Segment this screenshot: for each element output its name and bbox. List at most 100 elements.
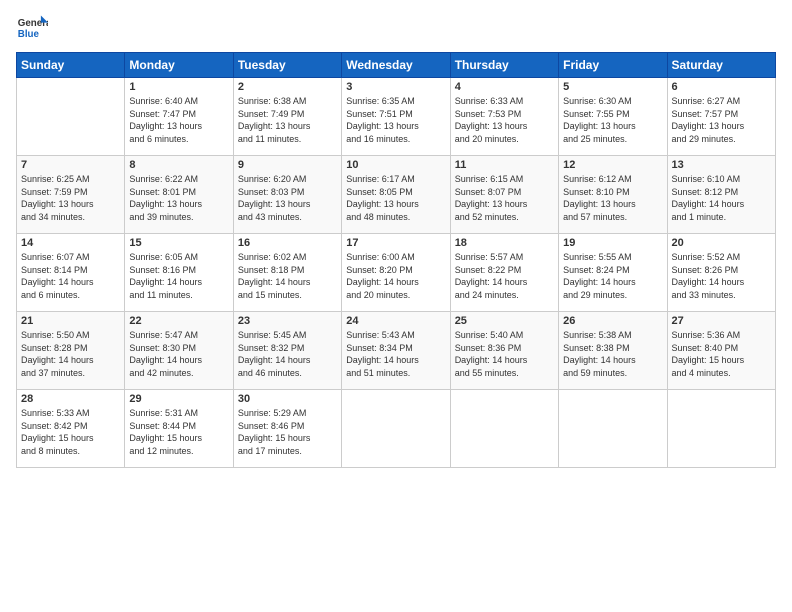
day-header-saturday: Saturday [667, 53, 775, 78]
day-number: 17 [346, 237, 445, 249]
calendar-cell: 26 Sunrise: 5:38 AMSunset: 8:38 PMDayligh… [559, 312, 667, 390]
svg-text:Blue: Blue [18, 29, 40, 40]
week-row-3: 14Sunrise: 6:07 AMSunset: 8:14 PMDayligh… [17, 234, 776, 312]
day-number: 28 [21, 393, 120, 405]
day-number: 2 [238, 81, 337, 93]
day-info: Sunrise: 6:27 AMSunset: 7:57 PMDaylight:… [672, 95, 771, 145]
calendar-cell: 13Sunrise: 6:10 AMSunset: 8:12 PMDayligh… [667, 156, 775, 234]
day-number: 19 [563, 237, 662, 249]
day-info: Sunrise: 6:35 AMSunset: 7:51 PMDaylight:… [346, 95, 445, 145]
calendar-cell: 12 Sunrise: 6:12 AMSunset: 8:10 PMDayligh… [559, 156, 667, 234]
calendar-cell: 3 Sunrise: 6:35 AMSunset: 7:51 PMDaylight… [342, 78, 450, 156]
week-row-2: 7 Sunrise: 6:25 AMSunset: 7:59 PMDaylight… [17, 156, 776, 234]
week-row-5: 28 Sunrise: 5:33 AMSunset: 8:42 PMDayligh… [17, 390, 776, 468]
day-number: 25 [455, 315, 554, 327]
day-number: 20 [672, 237, 771, 249]
day-number: 13 [672, 159, 771, 171]
calendar-cell: 9Sunrise: 6:20 AMSunset: 8:03 PMDaylight… [233, 156, 341, 234]
calendar-cell: 16Sunrise: 6:02 AMSunset: 8:18 PMDayligh… [233, 234, 341, 312]
day-info: Sunrise: 5:57 AMSunset: 8:22 PMDaylight:… [455, 251, 554, 301]
week-row-4: 21Sunrise: 5:50 AMSunset: 8:28 PMDayligh… [17, 312, 776, 390]
calendar-cell: 8Sunrise: 6:22 AMSunset: 8:01 PMDaylight… [125, 156, 233, 234]
day-info: Sunrise: 6:12 AMSunset: 8:10 PMDaylight:… [563, 173, 662, 223]
day-number: 30 [238, 393, 337, 405]
calendar-cell [559, 390, 667, 468]
day-number: 7 [21, 159, 120, 171]
calendar-cell: 5 Sunrise: 6:30 AMSunset: 7:55 PMDaylight… [559, 78, 667, 156]
calendar-page: General Blue SundayMondayTuesdayWednesda… [0, 0, 792, 612]
logo: General Blue [16, 12, 48, 44]
calendar-cell: 20 Sunrise: 5:52 AMSunset: 8:26 PMDayligh… [667, 234, 775, 312]
day-number: 9 [238, 159, 337, 171]
calendar-cell: 22 Sunrise: 5:47 AMSunset: 8:30 PMDayligh… [125, 312, 233, 390]
calendar-cell: 2 Sunrise: 6:38 AMSunset: 7:49 PMDaylight… [233, 78, 341, 156]
calendar-cell: 24 Sunrise: 5:43 AMSunset: 8:34 PMDayligh… [342, 312, 450, 390]
day-number: 15 [129, 237, 228, 249]
calendar-cell: 30Sunrise: 5:29 AMSunset: 8:46 PMDayligh… [233, 390, 341, 468]
calendar-cell: 14Sunrise: 6:07 AMSunset: 8:14 PMDayligh… [17, 234, 125, 312]
days-header-row: SundayMondayTuesdayWednesdayThursdayFrid… [17, 53, 776, 78]
day-number: 1 [129, 81, 228, 93]
day-header-thursday: Thursday [450, 53, 558, 78]
day-number: 16 [238, 237, 337, 249]
day-info: Sunrise: 5:40 AMSunset: 8:36 PMDaylight:… [455, 329, 554, 379]
day-header-monday: Monday [125, 53, 233, 78]
calendar-cell: 6 Sunrise: 6:27 AMSunset: 7:57 PMDaylight… [667, 78, 775, 156]
day-number: 11 [455, 159, 554, 171]
calendar-cell: 7 Sunrise: 6:25 AMSunset: 7:59 PMDaylight… [17, 156, 125, 234]
day-info: Sunrise: 6:40 AMSunset: 7:47 PMDaylight:… [129, 95, 228, 145]
day-info: Sunrise: 5:38 AMSunset: 8:38 PMDaylight:… [563, 329, 662, 379]
calendar-cell: 10Sunrise: 6:17 AMSunset: 8:05 PMDayligh… [342, 156, 450, 234]
day-number: 29 [129, 393, 228, 405]
calendar-cell: 4Sunrise: 6:33 AMSunset: 7:53 PMDaylight… [450, 78, 558, 156]
day-number: 10 [346, 159, 445, 171]
day-info: Sunrise: 6:25 AMSunset: 7:59 PMDaylight:… [21, 173, 120, 223]
day-number: 27 [672, 315, 771, 327]
calendar-cell: 21Sunrise: 5:50 AMSunset: 8:28 PMDayligh… [17, 312, 125, 390]
day-number: 26 [563, 315, 662, 327]
calendar-cell: 18 Sunrise: 5:57 AMSunset: 8:22 PMDayligh… [450, 234, 558, 312]
day-info: Sunrise: 5:33 AMSunset: 8:42 PMDaylight:… [21, 407, 120, 457]
day-number: 4 [455, 81, 554, 93]
calendar-table: SundayMondayTuesdayWednesdayThursdayFrid… [16, 52, 776, 468]
calendar-body: 1 Sunrise: 6:40 AMSunset: 7:47 PMDaylight… [17, 78, 776, 468]
calendar-cell [17, 78, 125, 156]
day-info: Sunrise: 5:52 AMSunset: 8:26 PMDaylight:… [672, 251, 771, 301]
day-number: 18 [455, 237, 554, 249]
day-header-sunday: Sunday [17, 53, 125, 78]
day-info: Sunrise: 6:38 AMSunset: 7:49 PMDaylight:… [238, 95, 337, 145]
day-number: 8 [129, 159, 228, 171]
day-info: Sunrise: 6:15 AMSunset: 8:07 PMDaylight:… [455, 173, 554, 223]
day-number: 22 [129, 315, 228, 327]
day-header-tuesday: Tuesday [233, 53, 341, 78]
day-number: 3 [346, 81, 445, 93]
day-info: Sunrise: 5:43 AMSunset: 8:34 PMDaylight:… [346, 329, 445, 379]
calendar-cell: 17 Sunrise: 6:00 AMSunset: 8:20 PMDayligh… [342, 234, 450, 312]
calendar-cell [342, 390, 450, 468]
day-header-friday: Friday [559, 53, 667, 78]
calendar-cell: 1 Sunrise: 6:40 AMSunset: 7:47 PMDaylight… [125, 78, 233, 156]
day-number: 23 [238, 315, 337, 327]
day-info: Sunrise: 5:45 AMSunset: 8:32 PMDaylight:… [238, 329, 337, 379]
day-info: Sunrise: 5:31 AMSunset: 8:44 PMDaylight:… [129, 407, 228, 457]
day-number: 24 [346, 315, 445, 327]
day-number: 6 [672, 81, 771, 93]
calendar-cell: 27Sunrise: 5:36 AMSunset: 8:40 PMDayligh… [667, 312, 775, 390]
day-header-wednesday: Wednesday [342, 53, 450, 78]
day-number: 14 [21, 237, 120, 249]
calendar-cell: 15Sunrise: 6:05 AMSunset: 8:16 PMDayligh… [125, 234, 233, 312]
calendar-cell: 23 Sunrise: 5:45 AMSunset: 8:32 PMDayligh… [233, 312, 341, 390]
day-number: 5 [563, 81, 662, 93]
week-row-1: 1 Sunrise: 6:40 AMSunset: 7:47 PMDaylight… [17, 78, 776, 156]
header: General Blue [16, 12, 776, 44]
calendar-cell: 28 Sunrise: 5:33 AMSunset: 8:42 PMDayligh… [17, 390, 125, 468]
day-info: Sunrise: 6:30 AMSunset: 7:55 PMDaylight:… [563, 95, 662, 145]
day-number: 21 [21, 315, 120, 327]
day-number: 12 [563, 159, 662, 171]
day-info: Sunrise: 5:47 AMSunset: 8:30 PMDaylight:… [129, 329, 228, 379]
calendar-cell [667, 390, 775, 468]
calendar-cell: 25 Sunrise: 5:40 AMSunset: 8:36 PMDayligh… [450, 312, 558, 390]
calendar-cell: 19Sunrise: 5:55 AMSunset: 8:24 PMDayligh… [559, 234, 667, 312]
calendar-cell: 29 Sunrise: 5:31 AMSunset: 8:44 PMDayligh… [125, 390, 233, 468]
day-info: Sunrise: 6:00 AMSunset: 8:20 PMDaylight:… [346, 251, 445, 301]
